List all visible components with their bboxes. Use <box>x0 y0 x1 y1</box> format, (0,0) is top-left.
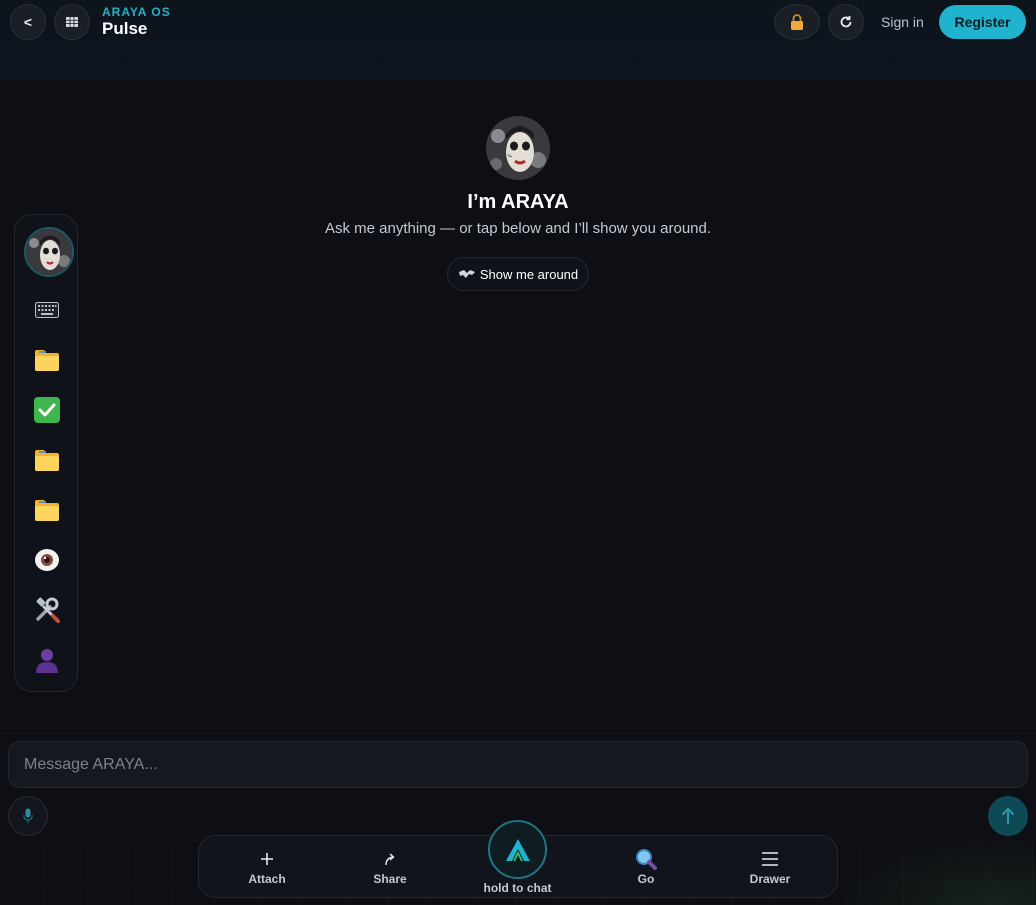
refresh-button[interactable] <box>828 4 864 40</box>
menu-icon <box>761 849 779 869</box>
hold-to-chat-label: hold to chat <box>483 881 552 895</box>
nav-share-label: Share <box>373 872 407 886</box>
background-glow <box>840 840 1036 905</box>
sidebar-item-watch[interactable] <box>32 545 62 575</box>
message-composer <box>8 741 1028 788</box>
magnifier-icon <box>635 849 657 870</box>
hold-to-chat-button[interactable] <box>488 820 547 879</box>
eye-icon <box>35 549 59 571</box>
microphone-icon <box>23 808 33 823</box>
brand-label: ARAYA OS <box>102 5 171 19</box>
show-me-around-button[interactable]: Show me around <box>447 257 589 291</box>
back-button[interactable]: < <box>10 4 46 40</box>
araya-logo-icon <box>505 838 530 861</box>
page-title: Pulse <box>102 19 148 38</box>
tools-icon <box>36 597 60 623</box>
apps-grid-button[interactable] <box>54 4 90 40</box>
top-header: < ARAYA OS Pulse Sign in Register <box>0 0 1036 80</box>
nav-go[interactable]: Go <box>601 836 691 899</box>
user-icon <box>36 649 58 673</box>
sidebar-avatar[interactable] <box>24 227 74 277</box>
message-input[interactable] <box>24 755 1012 774</box>
hero-subtitle: Ask me anything — or tap below and I’ll … <box>324 220 712 237</box>
sidebar-item-tools[interactable] <box>32 595 62 625</box>
plus-icon <box>260 849 274 869</box>
send-button[interactable] <box>988 796 1028 836</box>
grid-icon <box>66 17 78 27</box>
composer-divider <box>0 733 1036 734</box>
arrow-up-icon <box>1001 807 1015 824</box>
sidebar-item-folder-2[interactable] <box>32 445 62 475</box>
world-map-icon <box>458 270 475 278</box>
avatar-icon <box>486 116 550 180</box>
avatar-icon <box>26 229 72 275</box>
folder-icon <box>35 500 59 521</box>
folder-icon <box>35 450 59 471</box>
share-icon <box>383 849 397 869</box>
hero-title: I’m ARAYA <box>467 191 569 213</box>
sidebar-item-folder-1[interactable] <box>32 345 62 375</box>
sidebar-item-folder-3[interactable] <box>32 495 62 525</box>
araya-avatar <box>486 116 550 180</box>
register-button[interactable]: Register <box>939 5 1026 39</box>
sign-in-link[interactable]: Sign in <box>881 14 924 30</box>
checkbox-icon <box>34 397 60 423</box>
sidebar-item-tasks[interactable] <box>32 395 62 425</box>
keyboard-icon <box>35 302 59 318</box>
folder-icon <box>35 350 59 371</box>
nav-go-label: Go <box>637 872 655 886</box>
nav-share[interactable]: Share <box>345 836 435 899</box>
sidebar-item-keyboard[interactable] <box>32 295 62 325</box>
nav-drawer[interactable]: Drawer <box>725 836 815 899</box>
refresh-icon <box>840 16 852 28</box>
nav-attach-label: Attach <box>248 872 286 886</box>
lock-button[interactable] <box>774 4 820 40</box>
show-me-around-label: Show me around <box>479 266 579 282</box>
lock-icon <box>791 14 803 30</box>
mic-button[interactable] <box>8 796 48 836</box>
sidebar-item-profile[interactable] <box>32 645 62 675</box>
nav-drawer-label: Drawer <box>749 872 791 886</box>
nav-attach[interactable]: Attach <box>222 836 312 899</box>
back-label: < <box>23 14 33 30</box>
left-sidebar <box>14 214 78 692</box>
